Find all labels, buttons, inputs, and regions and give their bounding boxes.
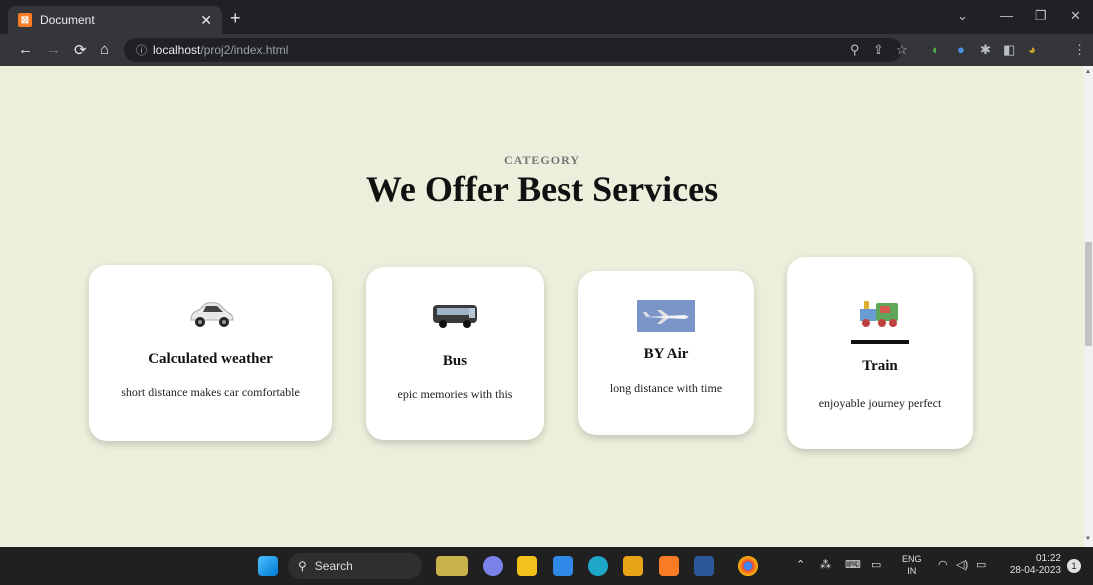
address-bar[interactable]: ⓘ localhost /proj2/index.html: [124, 38, 902, 62]
restore-icon[interactable]: ❐: [1035, 8, 1047, 24]
car-icon: [187, 300, 235, 335]
new-tab-button[interactable]: +: [230, 8, 241, 28]
page-scrollbar[interactable]: ▲ ▼: [1084, 66, 1093, 547]
battery-icon[interactable]: ▭: [976, 558, 986, 571]
search-icon: ⚲: [298, 559, 307, 573]
word-icon[interactable]: [694, 556, 714, 576]
bookmark-star-icon[interactable]: ☆: [896, 42, 908, 58]
close-window-icon[interactable]: ✕: [1070, 8, 1081, 24]
train-icon: [858, 297, 902, 334]
xampp-favicon-icon: ⊠: [18, 13, 32, 27]
mail-icon[interactable]: [553, 556, 573, 576]
url-path: /proj2/index.html: [200, 43, 289, 57]
card-title: Calculated weather: [148, 351, 273, 367]
home-icon[interactable]: ⌂: [100, 41, 109, 58]
extension-blue-icon[interactable]: ●: [957, 42, 965, 57]
windows-taskbar: ⚲ Search ⌃ ⁂ ⌨ ▭ ENG IN ◠ ◁) ▭ 01:22 28-…: [0, 547, 1093, 585]
url-host: localhost: [153, 43, 201, 57]
card-description: enjoyable journey perfect: [818, 396, 942, 410]
tab-title: Document: [40, 13, 95, 27]
extensions-puzzle-icon[interactable]: ✱: [980, 42, 991, 58]
extension-icon[interactable]: ◐: [932, 42, 940, 57]
widgets-icon[interactable]: [436, 556, 468, 576]
service-card-air[interactable]: BY Air long distance with time: [578, 271, 754, 435]
bus-icon: [431, 301, 479, 336]
reload-icon[interactable]: ⟳: [74, 41, 87, 59]
scroll-down-arrow-icon[interactable]: ▼: [1085, 536, 1091, 542]
back-icon[interactable]: ←: [18, 41, 33, 58]
page-title: We Offer Best Services: [365, 169, 719, 209]
site-info-icon[interactable]: ⓘ: [136, 42, 147, 58]
search-label: Search: [314, 559, 353, 573]
card-description: long distance with time: [609, 381, 723, 395]
scroll-up-arrow-icon[interactable]: ▲: [1085, 69, 1091, 75]
edge-icon[interactable]: [588, 556, 608, 576]
browser-tab-strip: ⊠ Document ✕ + ⌄ — ❐ ✕: [0, 0, 1093, 34]
side-panel-icon[interactable]: ◧: [1003, 42, 1015, 58]
share-icon[interactable]: ⇪: [873, 42, 884, 58]
tab-close-icon[interactable]: ✕: [200, 12, 212, 29]
display-icon[interactable]: ▭: [871, 558, 881, 571]
tray-app-icon[interactable]: ⁂: [820, 558, 831, 571]
clock-date: 28-04-2023: [1009, 565, 1061, 576]
category-label: CATEGORY: [503, 153, 581, 167]
notification-badge[interactable]: 1: [1067, 559, 1081, 573]
start-menu-icon[interactable]: [258, 556, 278, 576]
card-description: epic memories with this: [397, 387, 513, 401]
xampp-icon[interactable]: [659, 556, 679, 576]
browser-toolbar: ← → ⟳ ⌂ ⓘ localhost /proj2/index.html ⚲ …: [0, 34, 1093, 66]
clock[interactable]: 01:22 28-04-2023: [1005, 553, 1061, 577]
airplane-icon: [637, 300, 695, 337]
card-title: Train: [862, 358, 898, 374]
teams-chat-icon[interactable]: [483, 556, 503, 576]
taskbar-search[interactable]: ⚲ Search: [288, 553, 422, 579]
zoom-icon[interactable]: ⚲: [850, 42, 860, 58]
clock-time: 01:22: [1035, 553, 1061, 564]
service-card-bus[interactable]: Bus epic memories with this: [366, 267, 544, 440]
page-viewport: CATEGORY We Offer Best Services Calculat…: [0, 66, 1084, 547]
lang-bottom: IN: [907, 566, 917, 576]
keyboard-icon[interactable]: ⌨: [845, 558, 861, 571]
minimize-icon[interactable]: —: [1000, 8, 1013, 23]
divider-bar: [851, 340, 909, 344]
lang-top: ENG: [902, 554, 922, 564]
sublime-icon[interactable]: [623, 556, 643, 576]
card-description: short distance makes car comfortable: [121, 385, 300, 399]
tab-document[interactable]: ⊠ Document ✕: [8, 6, 222, 34]
tray-chevron-icon[interactable]: ⌃: [796, 558, 805, 571]
chrome-icon[interactable]: [738, 556, 758, 576]
card-title: BY Air: [643, 346, 689, 362]
file-explorer-icon[interactable]: [517, 556, 537, 576]
service-card-car[interactable]: Calculated weather short distance makes …: [89, 265, 332, 441]
wifi-icon[interactable]: ◠: [938, 558, 948, 571]
volume-icon[interactable]: ◁): [956, 558, 968, 571]
service-card-train[interactable]: Train enjoyable journey perfect: [787, 257, 973, 449]
scrollbar-thumb[interactable]: [1085, 242, 1092, 346]
language-indicator[interactable]: ENG IN: [902, 553, 922, 577]
card-title: Bus: [442, 353, 468, 369]
forward-icon[interactable]: →: [46, 41, 61, 58]
menu-kebab-icon[interactable]: ⋮: [1073, 42, 1086, 58]
profile-avatar[interactable]: ◕: [1028, 42, 1036, 57]
tab-search-icon[interactable]: ⌄: [957, 8, 968, 24]
